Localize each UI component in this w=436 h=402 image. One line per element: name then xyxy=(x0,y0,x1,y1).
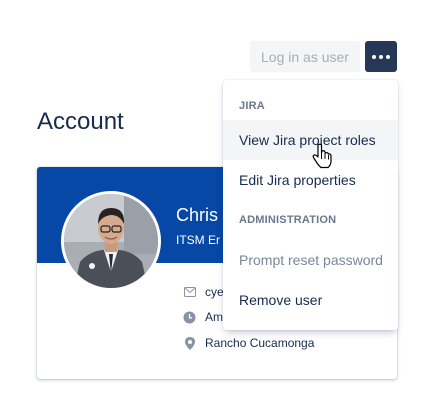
more-actions-button[interactable] xyxy=(365,41,397,72)
location-text: Rancho Cucamonga xyxy=(205,336,315,350)
email-row: cye xyxy=(183,283,224,301)
ellipsis-icon xyxy=(372,54,376,59)
hand-pointer-cursor-icon xyxy=(312,143,332,169)
menu-item-remove-user[interactable]: Remove user xyxy=(223,280,398,320)
page-title: Account xyxy=(37,108,124,135)
timezone-text: Am xyxy=(205,310,223,324)
login-as-user-button[interactable]: Log in as user xyxy=(250,41,360,72)
clock-icon xyxy=(183,311,196,324)
user-job-title: ITSM Er xyxy=(176,233,220,247)
location-pin-icon xyxy=(183,336,196,350)
ellipsis-icon xyxy=(386,54,390,59)
envelope-icon xyxy=(183,286,196,299)
menu-group-heading-administration: ADMINISTRATION xyxy=(239,214,337,226)
ellipsis-icon xyxy=(379,54,383,59)
menu-group-heading-jira: JIRA xyxy=(239,100,265,112)
email-text: cye xyxy=(205,285,224,299)
menu-item-prompt-reset-password[interactable]: Prompt reset password xyxy=(223,240,398,280)
location-row: Rancho Cucamonga xyxy=(183,334,314,352)
avatar xyxy=(61,191,161,291)
account-page: Log in as user Account Chris Y ITSM Er c… xyxy=(0,0,436,402)
more-actions-menu: JIRA View Jira project roles Edit Jira p… xyxy=(223,80,398,330)
timezone-row: Am xyxy=(183,308,223,326)
